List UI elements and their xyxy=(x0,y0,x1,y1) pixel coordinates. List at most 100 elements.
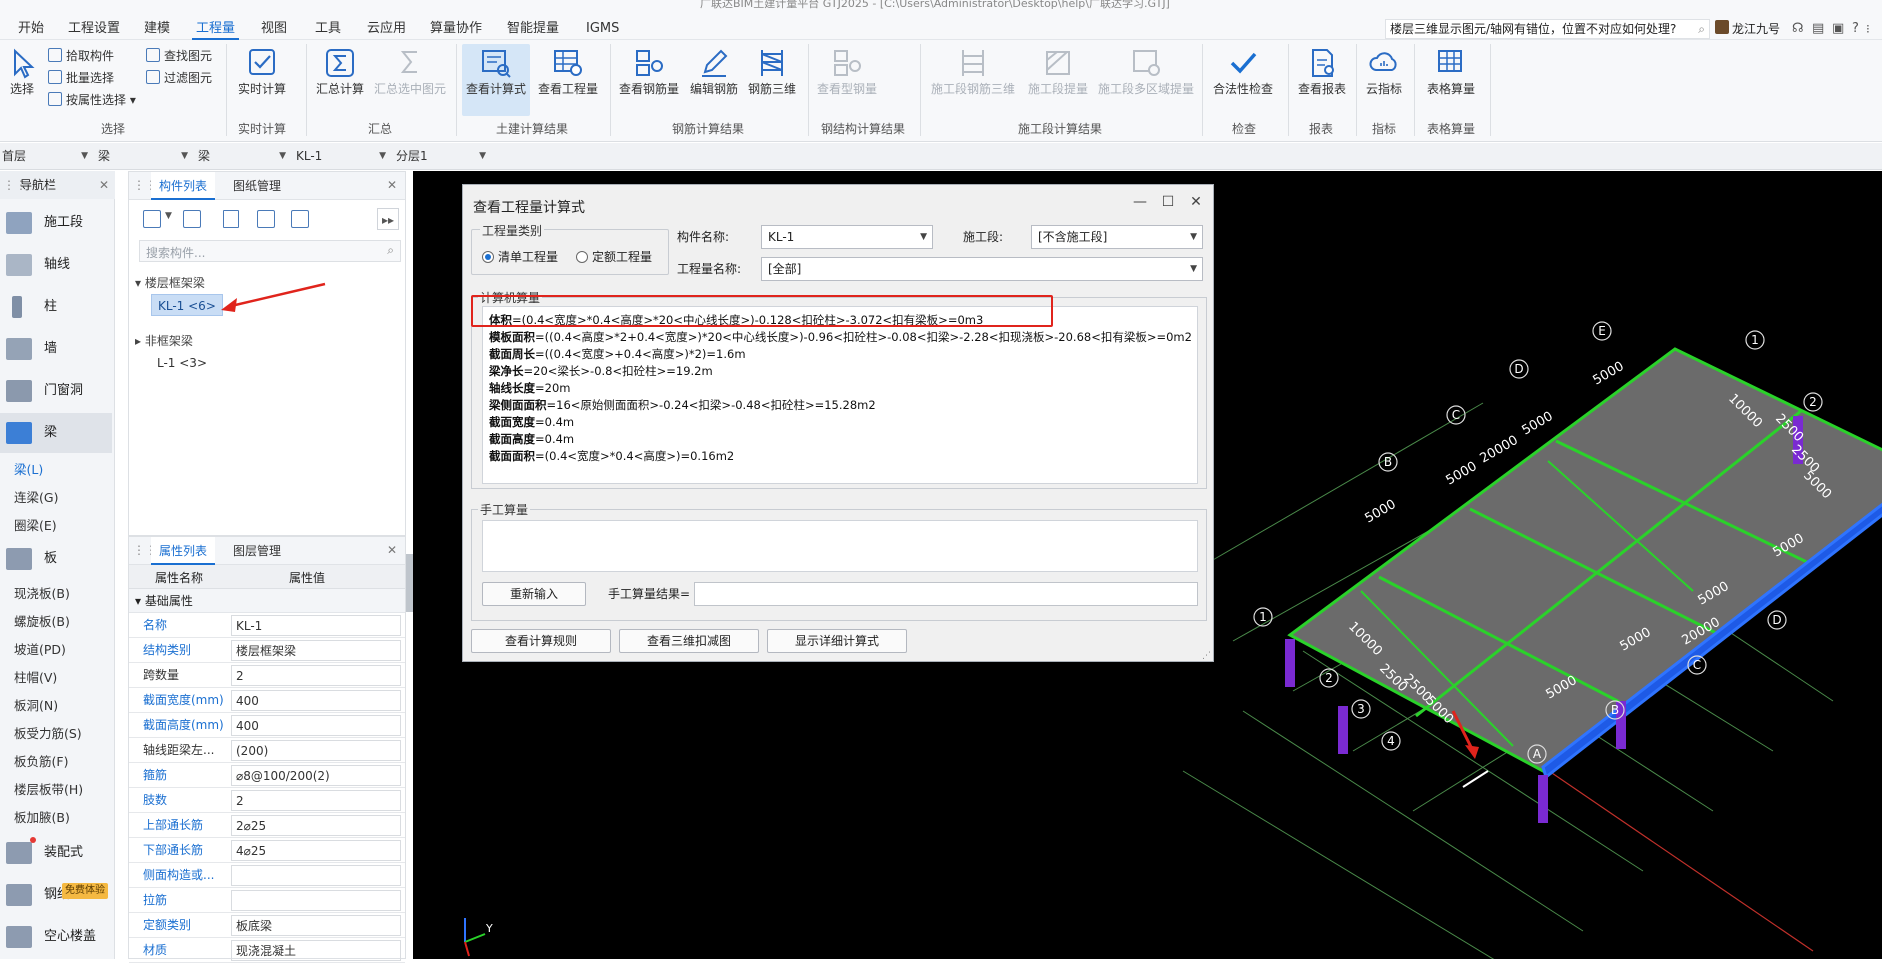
property-value-input[interactable]: 2 xyxy=(231,665,401,686)
more-icon[interactable]: ▸▸ xyxy=(377,208,399,230)
menu-cloud[interactable]: 云应用 xyxy=(363,18,410,40)
nav-item-stage[interactable]: 施工段 xyxy=(0,203,112,243)
view-steel-button[interactable]: 查看型钢量 xyxy=(812,46,882,97)
tree-item-l1[interactable]: L-1 <3> xyxy=(157,353,207,373)
new-component-icon[interactable] xyxy=(143,210,161,228)
copy-icon[interactable] xyxy=(183,210,201,228)
component-select[interactable]: KL-1 ▼ xyxy=(294,146,390,167)
property-value-input[interactable]: KL-1 xyxy=(231,615,401,636)
section-basic[interactable]: ▾ 基础属性 xyxy=(129,589,405,613)
nav-sub-slab-3[interactable]: 柱帽(V) xyxy=(14,665,57,691)
property-value-input[interactable]: 楼层框架梁 xyxy=(231,640,401,661)
cloud-index-button[interactable]: 云指标 xyxy=(1360,46,1408,97)
property-value-input[interactable]: ⌀8@100/200(2) xyxy=(231,765,401,786)
nav-sub-slab-2[interactable]: 坡道(PD) xyxy=(14,637,66,663)
nav-item-door-window[interactable]: 门窗洞 xyxy=(0,371,112,411)
nav-item-column[interactable]: 柱 xyxy=(0,287,112,327)
tree-group-nonframe-beam[interactable]: ▸ 非框架梁 xyxy=(135,332,193,349)
manual-result-field[interactable] xyxy=(694,582,1198,606)
property-value-input[interactable]: 板底梁 xyxy=(231,915,401,936)
tab-property-list[interactable]: 属性列表 xyxy=(151,537,216,565)
close-icon[interactable]: ✕ xyxy=(1185,191,1207,213)
delete-icon[interactable] xyxy=(223,210,239,228)
formula-box[interactable]: 体积=(0.4<宽度>*0.4<高度>*20<中心线长度>)-0.128<扣砼柱… xyxy=(482,306,1198,484)
avatar[interactable] xyxy=(1715,20,1729,34)
close-icon[interactable]: ✕ xyxy=(387,543,397,557)
type1-select[interactable]: 梁 ▼ xyxy=(96,146,192,167)
nav-sub-slab-0[interactable]: 现浇板(B) xyxy=(14,581,70,607)
close-icon[interactable]: ✕ xyxy=(99,171,109,199)
nav-sub-slab-1[interactable]: 螺旋板(B) xyxy=(14,609,70,635)
pick-component-button[interactable]: 拾取构件 xyxy=(48,46,114,66)
headset-icon[interactable]: ☊ xyxy=(1792,18,1804,40)
nav-sub-slab-4[interactable]: 板洞(N) xyxy=(14,693,58,719)
duplicate-icon[interactable] xyxy=(257,210,275,228)
tab-drawing-manage[interactable]: 图纸管理 xyxy=(225,172,289,200)
property-value-input[interactable] xyxy=(231,865,401,886)
summary-selected-button[interactable]: 汇总选中图元 xyxy=(372,46,448,97)
stage-multi-area-button[interactable]: 施工段多区域提量 xyxy=(1096,46,1196,97)
nav-sub-ring-beam[interactable]: 圈梁(E) xyxy=(14,513,57,539)
property-value-input[interactable]: 现浇混凝土 xyxy=(231,940,401,961)
view-formula-button[interactable]: 查看计算式 xyxy=(462,44,530,116)
menu-tools[interactable]: 工具 xyxy=(311,18,345,40)
show-detail-formula-button[interactable]: 显示详细计算式 xyxy=(767,629,907,653)
property-value-input[interactable]: (200) xyxy=(231,740,401,761)
radio-quota-qty[interactable]: 定额工程量 xyxy=(576,248,652,265)
stage-rebar-3d-button[interactable]: 施工段钢筋三维 xyxy=(928,46,1018,97)
chat-icon[interactable]: ▤ xyxy=(1812,18,1824,40)
validity-check-button[interactable]: 合法性检查 xyxy=(1208,46,1278,97)
reinput-button[interactable]: 重新输入 xyxy=(482,582,586,606)
tab-layer-manage[interactable]: 图层管理 xyxy=(225,537,289,565)
help-search-input[interactable]: 楼层三维显示图元/轴网有错位，位置不对应如何处理? ⌕ xyxy=(1385,19,1710,39)
nav-item-prefab[interactable]: 装配式 xyxy=(0,833,112,873)
property-value-input[interactable]: 400 xyxy=(231,715,401,736)
drag-handle-icon[interactable]: ⋮⋮ xyxy=(3,171,27,199)
property-value-input[interactable]: 4⌀25 xyxy=(231,840,401,861)
nav-item-hollow[interactable]: 空心楼盖 xyxy=(0,917,112,957)
summary-calc-button[interactable]: 汇总计算 xyxy=(314,46,366,97)
menu-smart[interactable]: 智能提量 xyxy=(503,18,563,40)
rebar-3d-button[interactable]: 钢筋三维 xyxy=(744,46,800,97)
floor-select[interactable]: 首层 ▼ xyxy=(0,146,92,167)
table-calc-button[interactable]: 表格算量 xyxy=(1420,46,1482,97)
message-icon[interactable]: ▣ xyxy=(1832,18,1844,40)
nav-sub-slab-6[interactable]: 板负筋(F) xyxy=(14,749,68,775)
property-value-input[interactable]: 2⌀25 xyxy=(231,815,401,836)
resize-grip-icon[interactable]: ⋰ xyxy=(1202,651,1211,661)
qty-name-select[interactable]: [全部] ▼ xyxy=(761,257,1203,281)
property-value-input[interactable]: 2 xyxy=(231,790,401,811)
edit-rebar-button[interactable]: 编辑钢筋 xyxy=(686,46,742,97)
batch-select-button[interactable]: 批量选择 xyxy=(48,68,114,88)
layer-select[interactable]: 分层1 ▼ xyxy=(394,146,490,167)
nav-sub-coupling-beam[interactable]: 连梁(G) xyxy=(14,485,58,511)
view-report-button[interactable]: 查看报表 xyxy=(1292,46,1352,97)
user-name[interactable]: 龙江九号 xyxy=(1732,18,1780,40)
stage-select[interactable]: [不含施工段] ▼ xyxy=(1031,225,1203,249)
nav-item-steel[interactable]: 钢结构免费体验 xyxy=(0,875,112,915)
radio-bill-qty[interactable]: 清单工程量 xyxy=(482,248,558,265)
menu-collab[interactable]: 算量协作 xyxy=(426,18,486,40)
find-element-button[interactable]: 查找图元 xyxy=(146,46,212,66)
component-search-input[interactable]: 搜索构件... ⌕ xyxy=(139,240,401,262)
nav-item-beam[interactable]: 梁 xyxy=(0,413,112,453)
close-icon[interactable]: ✕ xyxy=(387,178,397,192)
nav-sub-beam-l[interactable]: 梁(L) xyxy=(14,457,43,483)
view-3d-deduct-button[interactable]: 查看三维扣减图 xyxy=(619,629,759,653)
realtime-calc-button[interactable]: 实时计算 xyxy=(236,46,288,97)
tree-group-frame-beam[interactable]: ▾ 楼层框架梁 xyxy=(135,274,205,291)
menu-modeling[interactable]: 建模 xyxy=(140,18,174,40)
view-rebar-button[interactable]: 查看钢筋量 xyxy=(616,46,682,97)
minimize-icon[interactable]: — xyxy=(1129,191,1151,213)
type2-select[interactable]: 梁 ▼ xyxy=(196,146,290,167)
menu-quantity[interactable]: 工程量 xyxy=(192,18,240,40)
nav-sub-slab-7[interactable]: 楼层板带(H) xyxy=(14,777,83,803)
nav-item-wall[interactable]: 墙 xyxy=(0,329,112,369)
filter-element-button[interactable]: 过滤图元 xyxy=(146,68,212,88)
menu-project-settings[interactable]: 工程设置 xyxy=(64,18,124,40)
floor-copy-icon[interactable] xyxy=(291,210,309,228)
nav-item-slab[interactable]: 板 xyxy=(0,539,112,579)
help-menu[interactable]: ? xyxy=(1852,18,1859,40)
select-button[interactable]: 选择 xyxy=(4,46,40,97)
stage-quantity-button[interactable]: 施工段提量 xyxy=(1020,46,1096,97)
